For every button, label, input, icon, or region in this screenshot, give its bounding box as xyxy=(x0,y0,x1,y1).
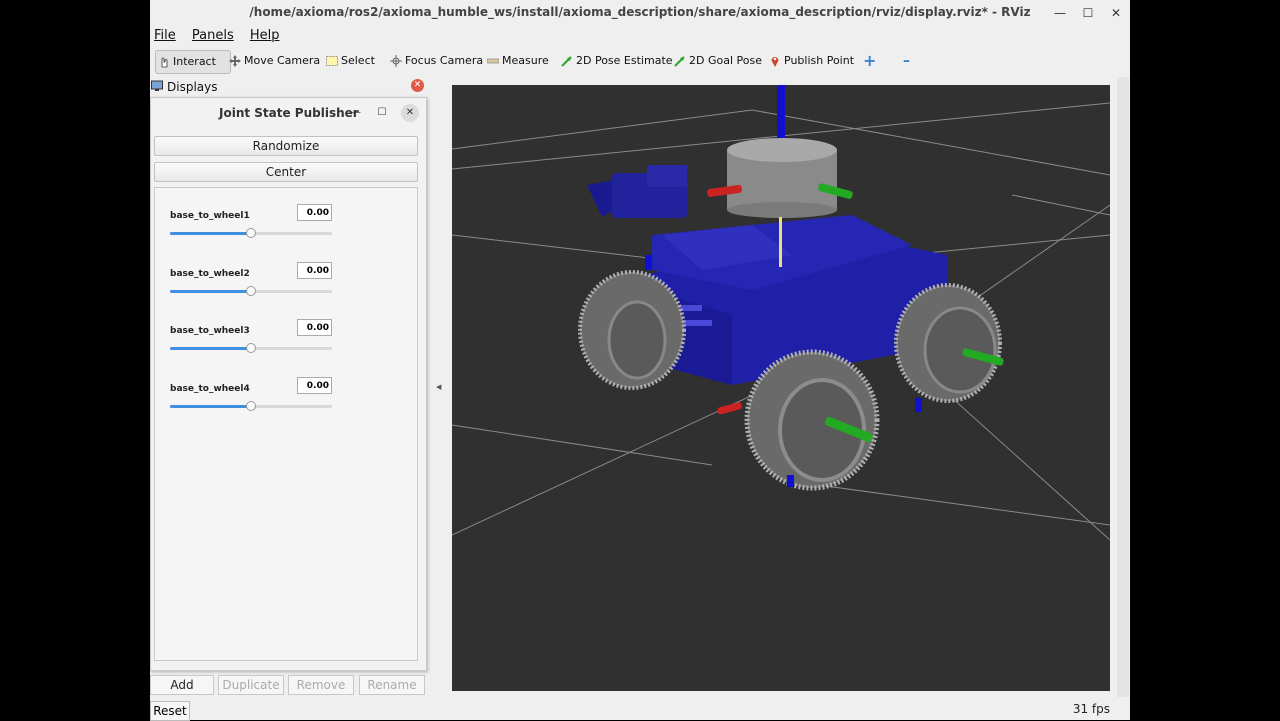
slider-handle[interactable] xyxy=(246,401,256,411)
add-tool-button[interactable]: + xyxy=(863,50,876,72)
jsp-maximize-icon[interactable]: ☐ xyxy=(373,104,391,122)
joint-list: base_to_wheel1 0.00 base_to_wheel2 0.00 … xyxy=(154,187,418,661)
select-tool-button[interactable]: Select xyxy=(326,50,375,72)
close-dock-icon[interactable]: ✕ xyxy=(411,79,424,92)
minimize-button[interactable]: — xyxy=(1050,3,1070,23)
title-bar: /home/axioma/ros2/axioma_humble_ws/insta… xyxy=(150,0,1130,26)
center-button[interactable]: Center xyxy=(154,162,418,182)
randomize-button[interactable]: Randomize xyxy=(154,136,418,156)
jsp-close-icon[interactable]: ✕ xyxy=(401,104,419,122)
joint-value-input[interactable]: 0.00 xyxy=(297,377,332,394)
joint-slider[interactable] xyxy=(170,401,332,411)
window-title: /home/axioma/ros2/axioma_humble_ws/insta… xyxy=(249,5,1031,19)
joint-name: base_to_wheel4 xyxy=(170,384,250,394)
z-axis-small-marker xyxy=(645,255,652,270)
goal-pose-label: 2D Goal Pose xyxy=(689,54,762,67)
menu-file[interactable]: File xyxy=(154,26,176,46)
measure-tool-button[interactable]: Measure xyxy=(487,50,549,72)
slider-handle[interactable] xyxy=(246,286,256,296)
move-arrows-icon xyxy=(229,55,241,67)
wheel-rear-right xyxy=(894,283,1004,403)
joint-value-input[interactable]: 0.00 xyxy=(297,319,332,336)
joint-name: base_to_wheel1 xyxy=(170,211,250,221)
jsp-title-bar: Joint State Publisher — ☐ ✕ xyxy=(151,98,426,128)
joint-value-input[interactable]: 0.00 xyxy=(297,262,332,279)
camera-mount xyxy=(587,165,687,218)
wheel-front-right xyxy=(744,349,880,491)
fps-readout: 31 fps xyxy=(1072,702,1110,716)
joint-slider[interactable] xyxy=(170,343,332,353)
select-box-icon xyxy=(326,56,338,66)
publish-point-label: Publish Point xyxy=(784,54,855,67)
menu-help[interactable]: Help xyxy=(250,26,280,46)
slider-handle[interactable] xyxy=(246,343,256,353)
joint-slider[interactable] xyxy=(170,286,332,296)
green-arrow-icon xyxy=(674,56,685,67)
wheel-rear-left xyxy=(578,270,686,390)
pose-estimate-label: 2D Pose Estimate xyxy=(576,54,673,67)
z-axis-small-marker xyxy=(787,475,794,487)
map-pin-icon xyxy=(771,57,779,67)
interact-tool-button[interactable]: Interact xyxy=(155,50,231,74)
duplicate-display-button[interactable]: Duplicate xyxy=(218,675,284,695)
rviz-window: /home/axioma/ros2/axioma_humble_ws/insta… xyxy=(150,0,1130,721)
reset-button[interactable]: Reset xyxy=(150,701,190,721)
rename-display-button[interactable]: Rename xyxy=(359,675,425,695)
joint-row: base_to_wheel2 0.00 xyxy=(155,262,417,312)
remove-tool-button[interactable]: – xyxy=(903,50,910,72)
x-axis-marker xyxy=(717,402,742,415)
maximize-button[interactable]: ☐ xyxy=(1078,3,1098,23)
3d-viewport[interactable] xyxy=(452,85,1110,691)
menu-bar: File Panels Help xyxy=(150,26,1130,46)
joint-slider[interactable] xyxy=(170,228,332,238)
pose-estimate-tool-button[interactable]: 2D Pose Estimate xyxy=(561,50,673,72)
interact-label: Interact xyxy=(173,55,216,68)
left-splitter-arrow-icon[interactable]: ◀ xyxy=(436,383,441,391)
goal-pose-tool-button[interactable]: 2D Goal Pose xyxy=(674,50,762,72)
measure-label: Measure xyxy=(502,54,549,67)
add-display-button[interactable]: Add xyxy=(150,675,214,695)
joint-row: base_to_wheel3 0.00 xyxy=(155,319,417,369)
tool-bar: Interact Move Camera Select Focus Camera… xyxy=(150,47,1130,75)
slider-handle[interactable] xyxy=(246,228,256,238)
displays-title: Displays xyxy=(167,80,218,94)
remove-display-button[interactable]: Remove xyxy=(288,675,354,695)
select-label: Select xyxy=(341,54,375,67)
ruler-icon xyxy=(487,58,499,64)
joint-name: base_to_wheel2 xyxy=(170,269,250,279)
displays-dock-title: Displays ✕ xyxy=(150,77,426,97)
z-axis-small-marker xyxy=(915,398,922,412)
close-window-button[interactable]: ✕ xyxy=(1106,3,1126,23)
jsp-minimize-icon[interactable]: — xyxy=(347,104,365,122)
joint-state-publisher-panel: Joint State Publisher — ☐ ✕ Randomize Ce… xyxy=(150,97,427,671)
focus-crosshair-icon xyxy=(390,55,402,67)
robot-scene xyxy=(452,85,1110,541)
jsp-title: Joint State Publisher xyxy=(219,106,359,120)
move-camera-label: Move Camera xyxy=(244,54,321,67)
status-bar: Reset 31 fps xyxy=(150,700,1130,721)
joint-row: base_to_wheel1 0.00 xyxy=(155,204,417,254)
joint-value-input[interactable]: 0.00 xyxy=(297,204,332,221)
monitor-icon xyxy=(151,80,163,91)
right-dock-bar xyxy=(1117,77,1129,697)
move-camera-tool-button[interactable]: Move Camera xyxy=(229,50,320,72)
joint-row: base_to_wheel4 0.00 xyxy=(155,377,417,427)
focus-camera-tool-button[interactable]: Focus Camera xyxy=(390,50,483,72)
focus-camera-label: Focus Camera xyxy=(405,54,484,67)
green-arrow-icon xyxy=(561,56,572,67)
joint-name: base_to_wheel3 xyxy=(170,326,250,336)
menu-panels[interactable]: Panels xyxy=(192,26,234,46)
publish-point-tool-button[interactable]: Publish Point xyxy=(769,50,854,72)
hand-pointer-icon xyxy=(161,57,168,68)
